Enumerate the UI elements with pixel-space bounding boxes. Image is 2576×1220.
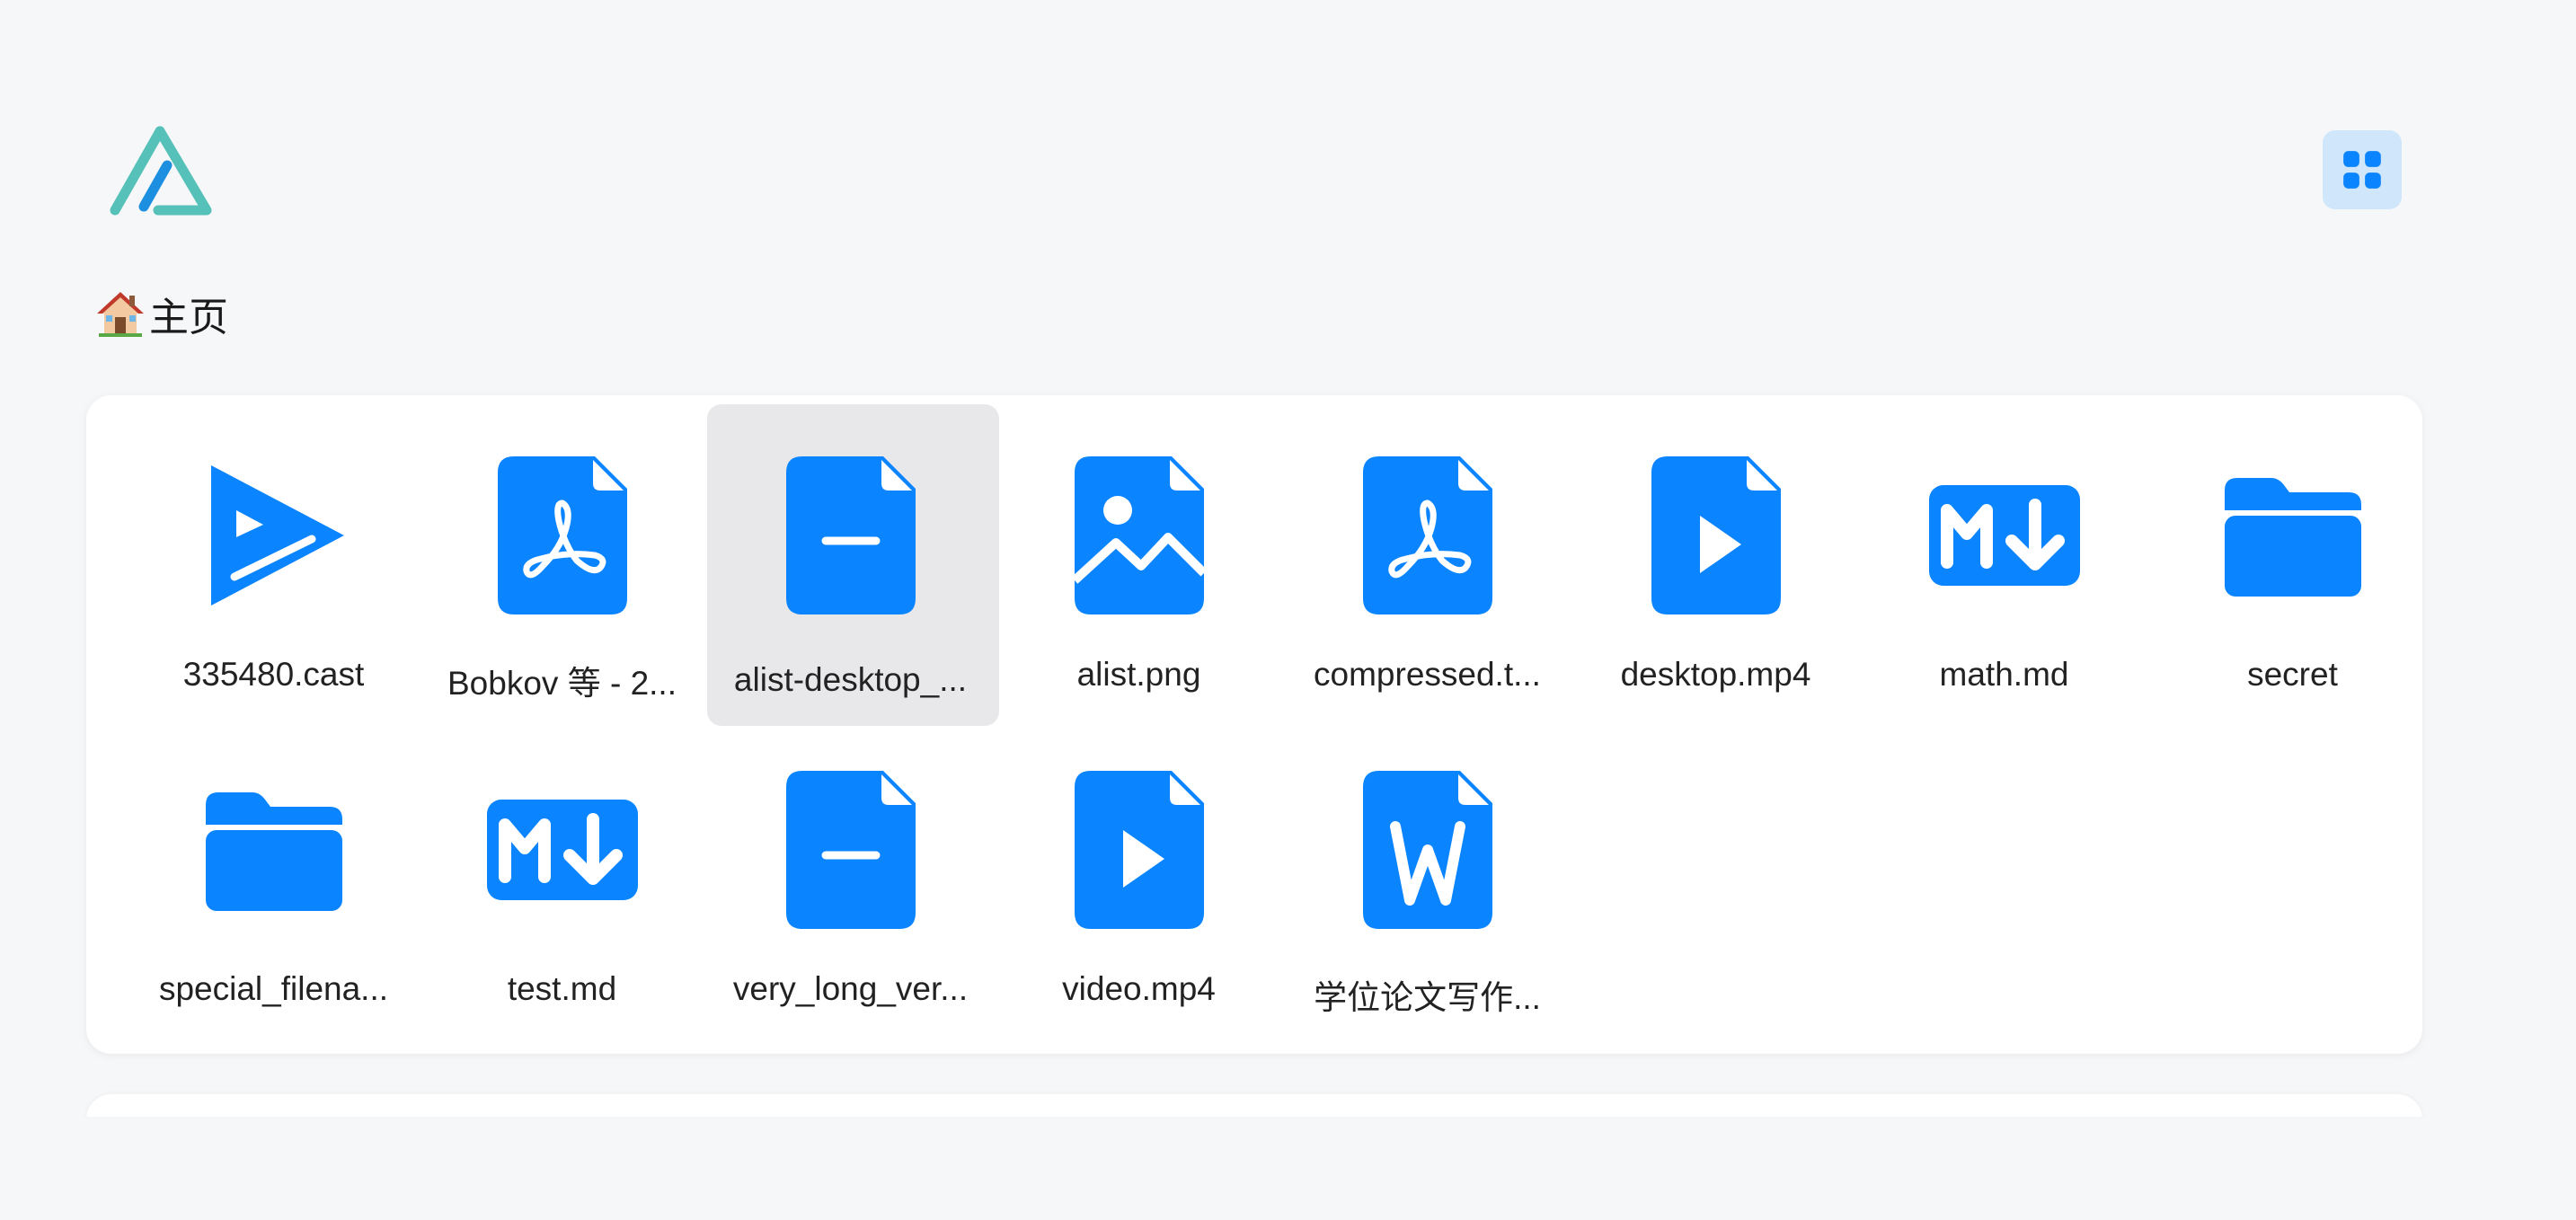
pdf-file-icon	[1362, 456, 1492, 614]
file-name: special_filena...	[158, 970, 389, 1007]
file-icon-wrap	[1347, 769, 1509, 931]
file-name: video.mp4	[1062, 970, 1216, 1007]
markdown-icon	[486, 800, 638, 900]
asciinema-icon	[210, 465, 344, 606]
page-bottom	[0, 1117, 2576, 1220]
word-file-icon	[1362, 771, 1492, 929]
file-item[interactable]: desktop.mp4	[1571, 402, 1860, 717]
house-icon	[97, 292, 144, 337]
folder-icon	[2224, 478, 2361, 597]
file-icon-wrap	[482, 769, 643, 931]
file-icon-wrap	[1635, 455, 1797, 616]
generic-file-icon	[785, 771, 916, 929]
layout-toggle-button[interactable]	[2323, 130, 2402, 209]
folder-icon	[205, 792, 342, 911]
file-item[interactable]: Bobkov 等 - 2...	[418, 402, 706, 717]
file-icon-wrap	[193, 769, 355, 931]
file-item[interactable]: test.md	[418, 717, 706, 1031]
pdf-file-icon	[497, 456, 627, 614]
file-item[interactable]: video.mp4	[995, 717, 1283, 1031]
file-icon-wrap	[1058, 455, 1220, 616]
file-icon-wrap	[1058, 769, 1220, 931]
file-grid-panel: 335480.cast Bobkov 等 - 2... alist-deskto…	[86, 395, 2422, 1054]
markdown-icon	[1928, 485, 2080, 586]
file-name: alist-desktop_...	[733, 661, 968, 698]
video-file-icon	[1074, 771, 1204, 929]
file-item[interactable]: secret	[2148, 402, 2437, 717]
file-name: alist.png	[1076, 656, 1201, 693]
file-item[interactable]: very_long_ver...	[706, 717, 995, 1031]
breadcrumb-home-label[interactable]: 主页	[149, 285, 228, 342]
alist-logo[interactable]	[106, 124, 214, 217]
file-icon-wrap	[770, 769, 932, 931]
generic-file-icon	[785, 456, 916, 614]
file-item[interactable]: 335480.cast	[129, 402, 418, 717]
file-icon-wrap	[2212, 455, 2374, 616]
grid-view-icon	[2343, 151, 2381, 189]
file-item[interactable]: special_filena...	[129, 717, 418, 1031]
file-icon-wrap	[1347, 455, 1509, 616]
file-grid: 335480.cast Bobkov 等 - 2... alist-deskto…	[129, 402, 2437, 1031]
file-name: Bobkov 等 - 2...	[447, 665, 677, 702]
file-icon-wrap	[193, 455, 355, 616]
alist-logo-icon	[110, 126, 212, 216]
image-file-icon	[1071, 456, 1208, 614]
video-file-icon	[1651, 456, 1781, 614]
file-name: desktop.mp4	[1620, 656, 1811, 693]
file-item[interactable]: alist.png	[995, 402, 1283, 717]
file-name: 学位论文写作...	[1314, 979, 1541, 1016]
file-name: secret	[2247, 656, 2338, 693]
file-name: math.md	[1939, 656, 2069, 693]
file-name: compressed.t...	[1314, 656, 1541, 693]
breadcrumb[interactable]: 主页	[95, 286, 228, 341]
file-item[interactable]: 学位论文写作...	[1283, 717, 1571, 1031]
file-name: test.md	[507, 970, 617, 1007]
file-name: 335480.cast	[182, 656, 365, 693]
file-item[interactable]: alist-desktop_...	[706, 402, 999, 726]
file-item[interactable]: compressed.t...	[1283, 402, 1571, 717]
file-item[interactable]: math.md	[1860, 402, 2148, 717]
file-icon-wrap	[1924, 455, 2085, 616]
file-icon-wrap	[770, 455, 932, 616]
file-name: very_long_ver...	[732, 970, 969, 1007]
file-icon-wrap	[482, 455, 643, 616]
